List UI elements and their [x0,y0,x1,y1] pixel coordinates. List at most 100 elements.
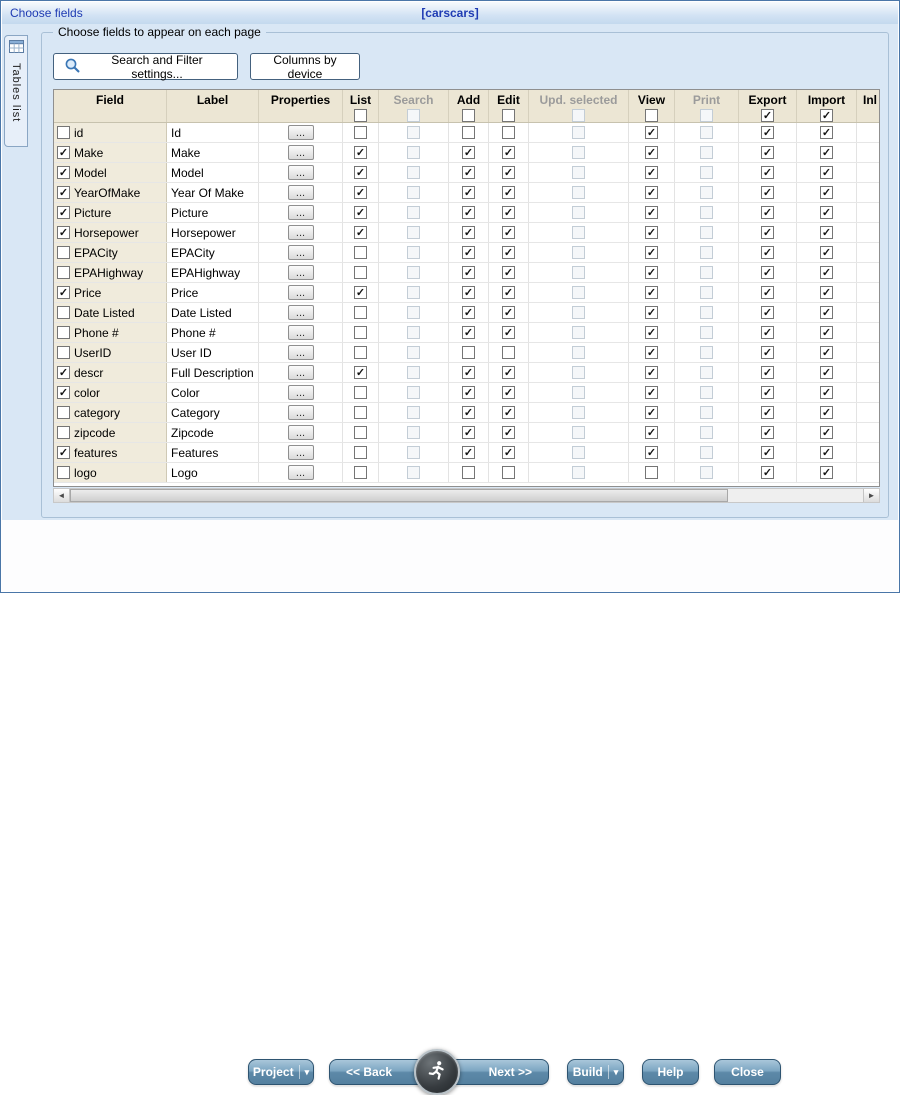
checkbox-list[interactable] [354,246,367,259]
checkbox-view[interactable] [645,366,658,379]
checkbox-export[interactable] [761,366,774,379]
checkbox-list[interactable] [354,206,367,219]
checkbox-edit[interactable] [502,326,515,339]
checkbox-export[interactable] [761,246,774,259]
header-checkbox-view[interactable] [645,109,658,122]
checkbox-import[interactable] [820,326,833,339]
field-checkbox[interactable] [57,346,70,359]
horizontal-scrollbar[interactable]: ◄ ► [53,488,880,503]
checkbox-export[interactable] [761,346,774,359]
checkbox-export[interactable] [761,226,774,239]
field-checkbox[interactable] [57,426,70,439]
checkbox-view[interactable] [645,306,658,319]
checkbox-add[interactable] [462,126,475,139]
properties-button[interactable]: ... [288,125,314,140]
properties-button[interactable]: ... [288,145,314,160]
checkbox-view[interactable] [645,166,658,179]
checkbox-list[interactable] [354,366,367,379]
properties-button[interactable]: ... [288,245,314,260]
field-checkbox[interactable] [57,166,70,179]
checkbox-export[interactable] [761,386,774,399]
checkbox-export[interactable] [761,206,774,219]
field-checkbox[interactable] [57,246,70,259]
checkbox-add[interactable] [462,406,475,419]
checkbox-view[interactable] [645,266,658,279]
checkbox-edit[interactable] [502,266,515,279]
checkbox-add[interactable] [462,146,475,159]
checkbox-import[interactable] [820,346,833,359]
properties-button[interactable]: ... [288,445,314,460]
checkbox-view[interactable] [645,446,658,459]
checkbox-import[interactable] [820,386,833,399]
checkbox-export[interactable] [761,186,774,199]
checkbox-list[interactable] [354,326,367,339]
checkbox-list[interactable] [354,226,367,239]
checkbox-edit[interactable] [502,406,515,419]
field-checkbox[interactable] [57,286,70,299]
checkbox-export[interactable] [761,326,774,339]
checkbox-view[interactable] [645,146,658,159]
help-button[interactable]: Help [642,1059,699,1085]
field-checkbox[interactable] [57,186,70,199]
checkbox-import[interactable] [820,246,833,259]
checkbox-import[interactable] [820,266,833,279]
checkbox-add[interactable] [462,426,475,439]
run-button[interactable] [414,1049,460,1095]
checkbox-export[interactable] [761,406,774,419]
field-checkbox[interactable] [57,206,70,219]
field-checkbox[interactable] [57,406,70,419]
checkbox-view[interactable] [645,226,658,239]
checkbox-list[interactable] [354,266,367,279]
checkbox-view[interactable] [645,386,658,399]
checkbox-list[interactable] [354,286,367,299]
checkbox-import[interactable] [820,126,833,139]
checkbox-add[interactable] [462,366,475,379]
checkbox-export[interactable] [761,126,774,139]
project-button[interactable]: Project ▾ [248,1059,314,1085]
checkbox-list[interactable] [354,386,367,399]
checkbox-edit[interactable] [502,206,515,219]
checkbox-edit[interactable] [502,226,515,239]
checkbox-import[interactable] [820,186,833,199]
field-checkbox[interactable] [57,366,70,379]
checkbox-import[interactable] [820,306,833,319]
properties-button[interactable]: ... [288,325,314,340]
checkbox-view[interactable] [645,426,658,439]
checkbox-edit[interactable] [502,426,515,439]
properties-button[interactable]: ... [288,345,314,360]
header-checkbox-list[interactable] [354,109,367,122]
properties-button[interactable]: ... [288,205,314,220]
checkbox-view[interactable] [645,186,658,199]
checkbox-add[interactable] [462,306,475,319]
checkbox-list[interactable] [354,126,367,139]
field-checkbox[interactable] [57,266,70,279]
properties-button[interactable]: ... [288,425,314,440]
checkbox-add[interactable] [462,326,475,339]
properties-button[interactable]: ... [288,265,314,280]
field-checkbox[interactable] [57,126,70,139]
scrollbar-thumb[interactable] [70,489,728,502]
checkbox-edit[interactable] [502,166,515,179]
checkbox-add[interactable] [462,386,475,399]
scroll-left-arrow[interactable]: ◄ [54,489,70,502]
checkbox-list[interactable] [354,166,367,179]
checkbox-import[interactable] [820,446,833,459]
checkbox-export[interactable] [761,166,774,179]
properties-button[interactable]: ... [288,225,314,240]
field-checkbox[interactable] [57,226,70,239]
checkbox-import[interactable] [820,146,833,159]
checkbox-add[interactable] [462,286,475,299]
field-checkbox[interactable] [57,146,70,159]
search-filter-settings-button[interactable]: Search and Filter settings... [53,53,238,80]
field-checkbox[interactable] [57,326,70,339]
checkbox-list[interactable] [354,466,367,479]
checkbox-add[interactable] [462,186,475,199]
checkbox-list[interactable] [354,146,367,159]
checkbox-view[interactable] [645,246,658,259]
checkbox-edit[interactable] [502,386,515,399]
checkbox-import[interactable] [820,286,833,299]
scrollbar-track[interactable] [70,489,863,502]
checkbox-list[interactable] [354,406,367,419]
checkbox-add[interactable] [462,226,475,239]
checkbox-view[interactable] [645,466,658,479]
